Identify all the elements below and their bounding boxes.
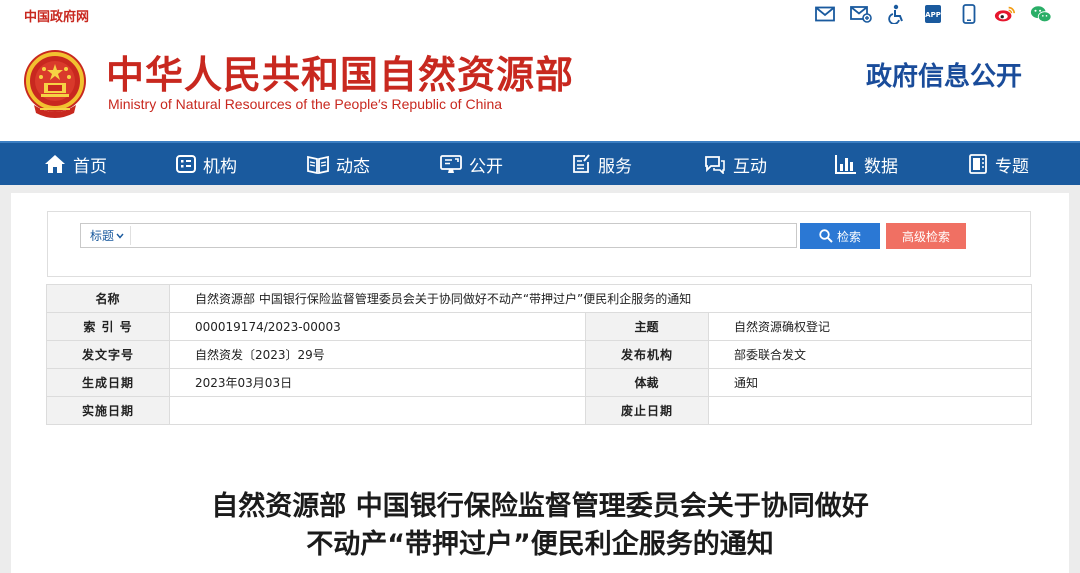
chevron-down-icon [116,233,124,239]
disclosure-icon [440,155,462,173]
nav-label: 服务 [598,156,632,177]
article-title-line-2: 不动产“带押过户”便民利企服务的通知 [306,529,774,560]
top-icon-group: APP [814,3,1052,25]
name-value: 自然资源部 中国银行保险监督管理委员会关于协同做好不动产“带押过户”便民利企服务… [169,284,1032,313]
search-scope-label: 标题 [90,229,115,243]
data-icon [835,155,856,174]
nav-item-disclosure[interactable]: 公开 [440,143,503,185]
nav-label: 数据 [864,156,898,177]
article-title-line-1: 自然资源部 中国银行保险监督管理委员会关于协同做好 [211,491,869,522]
site-header: 中华人民共和国自然资源部 Ministry of Natural Resourc… [0,30,1080,141]
nav-label: 机构 [203,156,237,177]
issuer-value: 部委联合发文 [708,340,1032,369]
nav-item-interaction[interactable]: 互动 [704,143,767,185]
nav-label: 首页 [73,156,107,177]
nav-item-organization[interactable]: 机构 [176,143,237,185]
nav-item-news[interactable]: 动态 [307,143,370,185]
genre-value: 通知 [708,368,1032,397]
national-emblem-logo[interactable] [20,47,90,121]
subject-value: 自然资源确权登记 [708,312,1032,341]
search-input[interactable] [131,225,791,246]
weibo-icon[interactable] [994,3,1016,25]
main-nav: 首页 机构 动态 公开 服务 互动 数据 专题 [0,141,1080,185]
home-icon [45,155,65,173]
nav-item-service[interactable]: 服务 [571,143,632,185]
document-metadata-table: 名称 自然资源部 中国银行保险监督管理委员会关于协同做好不动产“带押过户”便民利… [46,284,1032,425]
nav-label: 动态 [336,156,370,177]
ministry-name-en: Ministry of Natural Resources of the Peo… [108,96,503,112]
article-title: 自然资源部 中国银行保险监督管理委员会关于协同做好 不动产“带押过户”便民利企服… [11,488,1069,564]
nav-item-data[interactable]: 数据 [835,143,898,185]
search-bar: 标题 检索 高级检索 [47,211,1031,277]
table-row: 实施日期 废止日期 [46,396,1032,425]
topic-icon [969,154,987,174]
abolish-date-value [708,396,1032,425]
index-value: 000019174/2023-00003 [169,312,586,341]
nav-label: 互动 [733,156,767,177]
search-button-label: 检索 [836,229,861,244]
app-icon[interactable]: APP [922,3,944,25]
name-label: 名称 [46,284,170,313]
issuer-label: 发布机构 [585,340,709,369]
interaction-icon [705,156,725,174]
search-field: 标题 [80,223,797,248]
section-title: 政府信息公开 [865,62,1022,92]
effective-date-value [169,396,586,425]
service-icon [573,154,590,173]
subject-label: 主题 [585,312,709,341]
content-panel: 标题 检索 高级检索 名称 自然资源部 中国银行保险监督管理委员会关于协同做好不… [11,193,1069,573]
ministry-name-cn: 中华人民共和国自然资源部 [106,53,575,97]
nav-item-home[interactable]: 首页 [44,143,107,185]
genre-label: 体裁 [585,368,709,397]
nav-item-topic[interactable]: 专题 [968,143,1029,185]
advanced-search-button[interactable]: 高级检索 [886,223,966,249]
created-date-value: 2023年03月03日 [169,368,586,397]
search-button[interactable]: 检索 [800,223,880,249]
docno-value: 自然资发〔2023〕29号 [169,340,586,369]
nav-label: 公开 [469,156,503,177]
nav-label: 专题 [995,156,1029,177]
mobile-icon[interactable] [958,3,980,25]
subscribe-mail-icon[interactable] [850,3,872,25]
table-row: 生成日期 2023年03月03日 体裁 通知 [46,368,1032,397]
effective-date-label: 实施日期 [46,396,170,425]
created-date-label: 生成日期 [46,368,170,397]
docno-label: 发文字号 [46,340,170,369]
mail-icon[interactable] [814,3,836,25]
table-row: 名称 自然资源部 中国银行保险监督管理委员会关于协同做好不动产“带押过户”便民利… [46,284,1032,313]
abolish-date-label: 废止日期 [585,396,709,425]
wechat-icon[interactable] [1030,3,1052,25]
news-icon [307,155,329,174]
index-label: 索 引 号 [46,312,170,341]
table-row: 索 引 号 000019174/2023-00003 主题 自然资源确权登记 [46,312,1032,341]
search-scope-select[interactable]: 标题 [84,226,132,245]
app-icon-text: APP [925,11,941,19]
organization-icon [176,155,196,173]
top-bar: 中国政府网 APP [0,0,1080,30]
search-icon [819,229,833,243]
gov-portal-link[interactable]: 中国政府网 [24,6,89,25]
accessibility-icon[interactable] [886,3,908,25]
table-row: 发文字号 自然资发〔2023〕29号 发布机构 部委联合发文 [46,340,1032,369]
